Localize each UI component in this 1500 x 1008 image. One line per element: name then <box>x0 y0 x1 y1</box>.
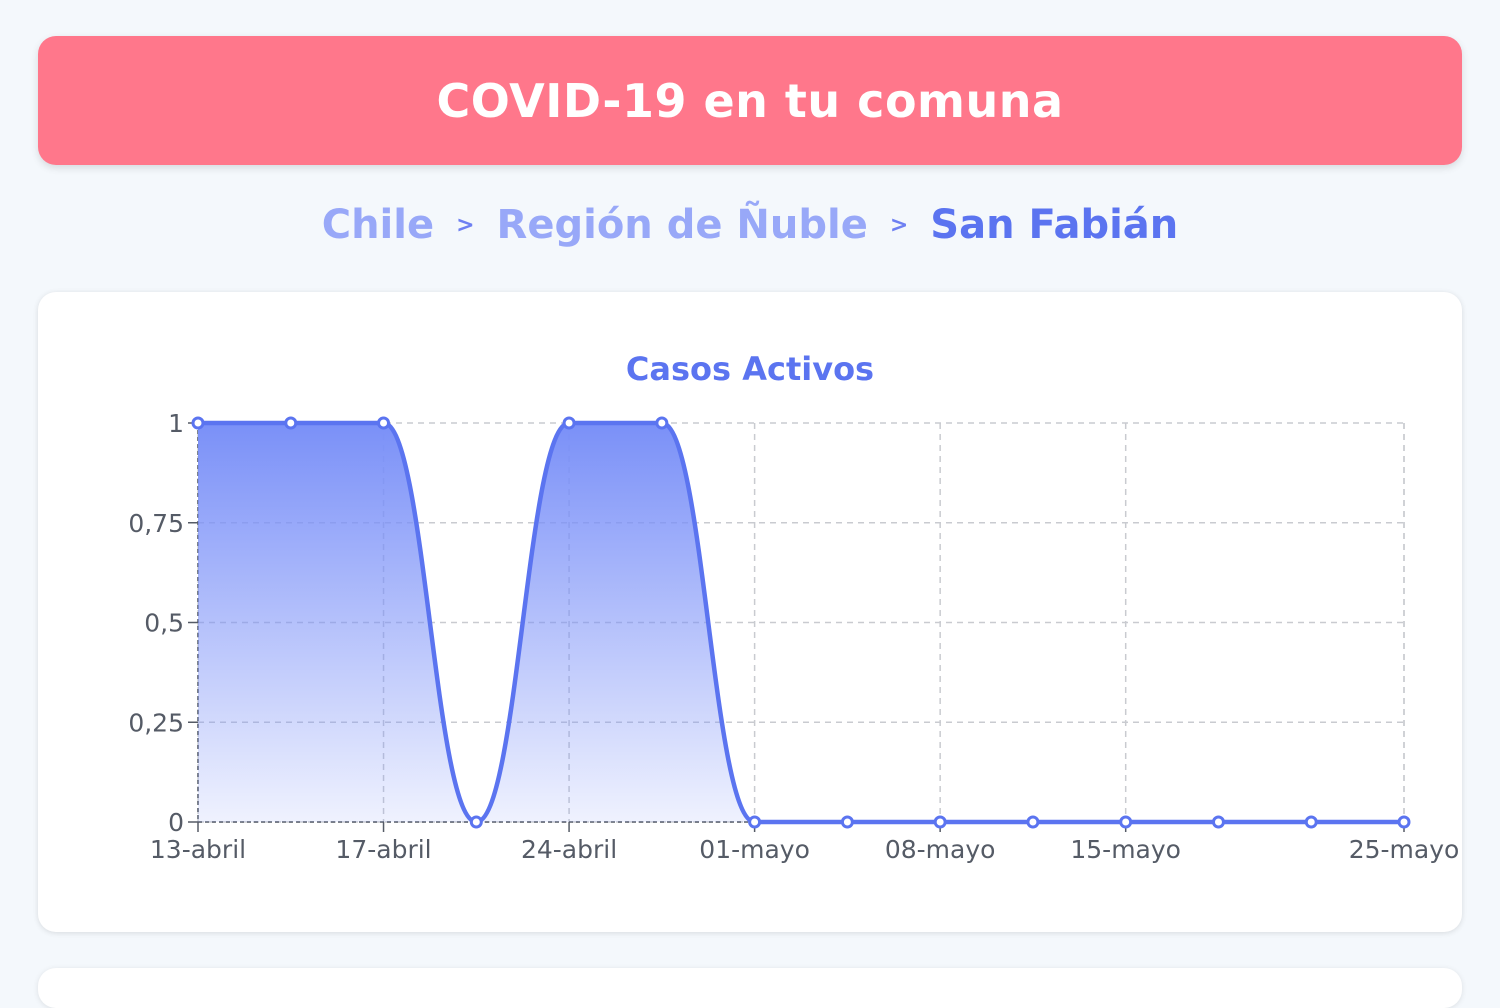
y-tick-label: 0,75 <box>128 509 184 538</box>
data-point <box>469 815 483 829</box>
x-tick-label: 08-mayo <box>885 835 996 864</box>
data-point <box>840 815 854 829</box>
next-card <box>38 968 1462 1008</box>
data-point <box>1397 815 1411 829</box>
x-tick-label: 25-mayo <box>1349 835 1460 864</box>
x-tick-label: 17-abril <box>335 835 431 864</box>
breadcrumb-separator: > <box>889 212 909 238</box>
breadcrumb-current-commune: San Fabián <box>930 202 1179 248</box>
page-header: COVID-19 en tu comuna <box>38 36 1462 165</box>
chart-title: Casos Activos <box>626 350 874 388</box>
breadcrumb-separator: > <box>456 212 475 238</box>
x-tick-label: 24-abril <box>521 835 617 864</box>
data-point <box>1119 815 1133 829</box>
chart-card: Casos Activos 0 0,25 0,5 0,75 1 13-abril 17-ab… <box>38 292 1462 932</box>
breadcrumb-link-region[interactable]: Región de Ñuble <box>497 202 868 248</box>
page-title: COVID-19 en tu comuna <box>436 73 1064 128</box>
x-tick-label: 13-abril <box>150 835 246 864</box>
data-point <box>1026 815 1040 829</box>
breadcrumb: Chile > Región de Ñuble > San Fabián <box>0 196 1500 254</box>
y-tick-label: 0,25 <box>128 708 184 737</box>
y-tick-label: 0 <box>168 808 184 837</box>
active-cases-chart: Casos Activos 0 0,25 0,5 0,75 1 13-abril 17-ab… <box>128 350 1460 864</box>
breadcrumb-link-country[interactable]: Chile <box>322 202 434 248</box>
x-tick-label: 01-mayo <box>699 835 810 864</box>
data-point <box>191 416 205 430</box>
data-point <box>1211 815 1225 829</box>
y-tick-label: 0,5 <box>144 609 184 638</box>
y-tick-label: 1 <box>168 409 184 438</box>
x-tick-label: 15-mayo <box>1070 835 1181 864</box>
data-point <box>562 416 576 430</box>
data-point <box>377 416 391 430</box>
data-point <box>284 416 298 430</box>
data-point <box>748 815 762 829</box>
data-point <box>1304 815 1318 829</box>
data-point <box>655 416 669 430</box>
data-point <box>933 815 947 829</box>
